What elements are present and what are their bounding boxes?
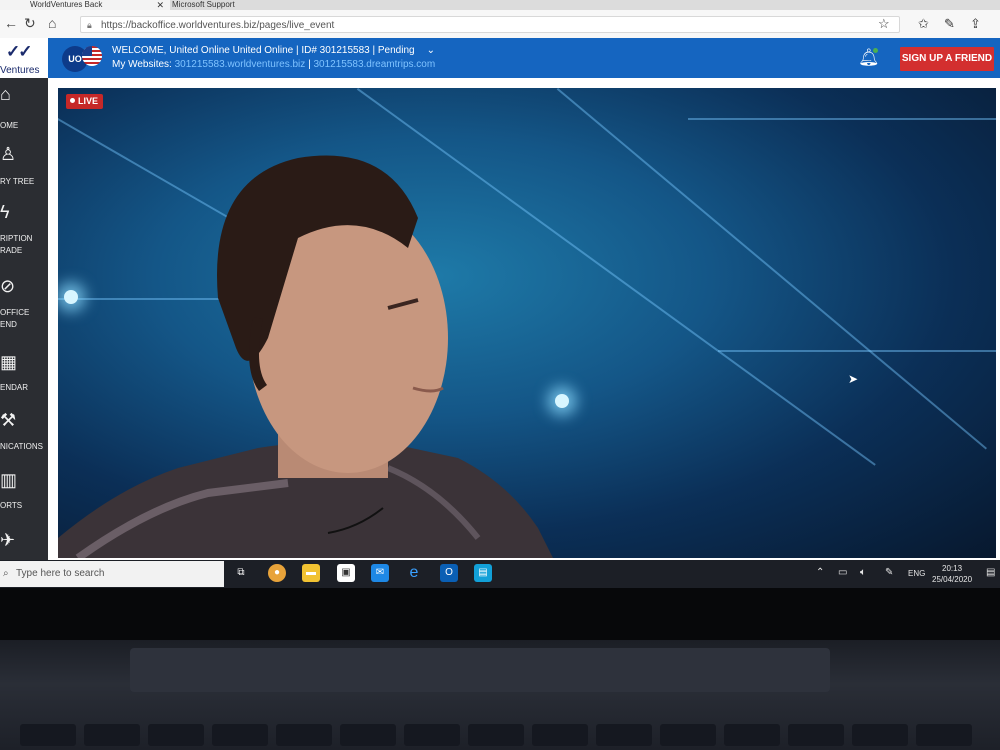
browser-toolbar: ← ↻ ⌂ 🔒︎ https://backoffice.worldventure… [0,10,1000,39]
live-dot-icon [70,98,75,104]
sidebar-item-label: RY TREE [0,177,35,186]
chevron-up-icon[interactable]: ⌃ [816,567,824,578]
wv-logo-icon: ✓✓ [6,42,32,61]
url-text: https://backoffice.worldventures.biz/pag… [101,20,335,31]
browser-tab[interactable]: Microsoft Support [142,0,342,10]
keyboard-key [468,724,524,746]
chevron-down-icon[interactable]: ⌄ [427,45,435,56]
keyboard-key [404,724,460,746]
plane-icon: ✈ [0,530,16,550]
store-icon[interactable]: ▣ [337,564,355,582]
calendar-icon: ▦ [0,352,18,372]
keyboard-key [724,724,780,746]
pen-icon[interactable]: ✎ [885,567,893,578]
search-placeholder: Type here to search [16,568,105,579]
refresh-icon[interactable]: ↻ [24,15,36,32]
chart-icon: ▥ [0,470,18,490]
sidebar-item-more[interactable]: ✈ [0,528,48,556]
websites-label: My Websites: [112,59,172,70]
taskbar-search[interactable]: ⌕ Type here to search [0,561,224,587]
sidebar-item-label: ORTS [0,501,23,510]
person-icon: ♙ [0,144,17,164]
keyboard-key [20,724,76,746]
favorite-star-icon[interactable]: ☆ [878,16,890,32]
lock-icon: 🔒︎ [87,20,92,30]
sidebar-item-office[interactable]: ⊘ OFFICE END [0,274,48,336]
website-link-dreamtrips[interactable]: 301215583.dreamtrips.com [313,59,435,70]
battery-icon[interactable]: ▭ [838,567,847,578]
welcome-label: WELCOME, United Online United Online | I… [112,45,415,56]
website-link-worldventures[interactable]: 301215583.worldventures.biz [175,59,306,70]
sidebar-item-reports[interactable]: ▥ ORTS [0,468,48,516]
logo-text: Ventures [0,65,40,76]
keyboard-key [84,724,140,746]
volume-icon[interactable]: 🔈︎ [860,567,866,578]
share-icon[interactable]: ⇪ [970,16,981,32]
welcome-text[interactable]: WELCOME, United Online United Online | I… [112,45,435,56]
presenter-figure [58,155,553,558]
sign-up-friend-button[interactable]: SIGN UP A FRIEND [900,47,994,71]
sidebar-item-label: ENDAR [0,383,29,392]
my-websites: My Websites: 301215583.worldventures.biz… [112,59,435,70]
mail-icon[interactable]: ✉ [371,564,389,582]
keyboard-key [532,724,588,746]
sidebar-item-tree[interactable]: ♙ RY TREE [0,140,48,190]
pen-icon[interactable]: ✎ [944,16,955,32]
compass-icon: ⊘ [0,276,16,296]
language-indicator[interactable]: ENG [908,569,925,578]
keyboard-key [340,724,396,746]
taskbar-clock[interactable]: 20:13 25/04/2020 [932,563,972,585]
tab-label: Microsoft Support [172,0,235,9]
keyboard-key [276,724,332,746]
app-icon[interactable]: ▤ [474,564,492,582]
laptop-bezel [0,588,1000,640]
edge-icon[interactable]: e [405,564,423,582]
laptop-screen: WorldVentures Back ✕ Microsoft Support ←… [0,0,1000,588]
sidebar-item-label: OFFICE END [0,308,30,329]
browser-tab-strip: WorldVentures Back ✕ Microsoft Support [0,0,1000,10]
live-badge: LIVE [66,94,104,109]
live-label: LIVE [78,96,99,106]
outlook-icon[interactable]: O [440,564,458,582]
clock-time: 20:13 [942,564,963,573]
wrench-icon: ⚒ [0,410,17,430]
notification-dot [873,48,878,53]
sidebar: ⌂ OME ♙ RY TREE ϟ RIPTION RADE ⊘ OFFICE … [0,78,48,560]
keyboard-key [660,724,716,746]
sidebar-item-label: OME [0,121,19,130]
file-explorer-icon[interactable]: ▬ [302,564,320,582]
mouse-cursor-icon: ➤ [848,372,859,386]
keyboard-key [596,724,652,746]
live-video-player[interactable]: LIVE ➤ [58,88,996,558]
address-bar[interactable]: 🔒︎ https://backoffice.worldventures.biz/… [80,16,900,33]
sidebar-item-home[interactable]: ⌂ OME [0,82,48,132]
keyboard-key [148,724,204,746]
app-header: UO WELCOME, United Online United Online … [48,38,1000,78]
laptop-hinge [130,648,830,692]
task-view-icon[interactable]: ⧉ [232,564,250,582]
sidebar-item-subscription[interactable]: ϟ RIPTION RADE [0,200,48,260]
home-icon: ⌂ [0,84,11,104]
chrome-icon[interactable]: ● [268,564,286,582]
notification-center-icon[interactable]: ▤ [986,567,995,578]
search-icon: ⌕ [3,568,9,579]
clock-date: 25/04/2020 [932,575,973,584]
sidebar-item-label: NICATIONS [0,442,43,451]
tab-label: WorldVentures Back [30,0,103,9]
us-flag-icon [82,46,102,66]
sidebar-item-label: RIPTION RADE [0,234,33,255]
back-icon[interactable]: ← [4,15,18,31]
keyboard-key [916,724,972,746]
bolt-icon: ϟ [0,202,10,222]
sidebar-item-calendar[interactable]: ▦ ENDAR [0,350,48,398]
website-separator: | [308,59,311,70]
keyboard-key [212,724,268,746]
brand-logo[interactable]: ✓✓ Ventures [0,38,48,78]
keyboard-key [852,724,908,746]
sidebar-item-communications[interactable]: ⚒ NICATIONS [0,408,48,456]
taskbar: ⌕ Type here to search ⧉ ● ▬ ▣ ✉ e O ▤ ⌃ … [0,560,1000,588]
keyboard-key [788,724,844,746]
favorites-icon[interactable]: ✩ [918,16,929,32]
home-icon[interactable]: ⌂ [48,15,56,31]
